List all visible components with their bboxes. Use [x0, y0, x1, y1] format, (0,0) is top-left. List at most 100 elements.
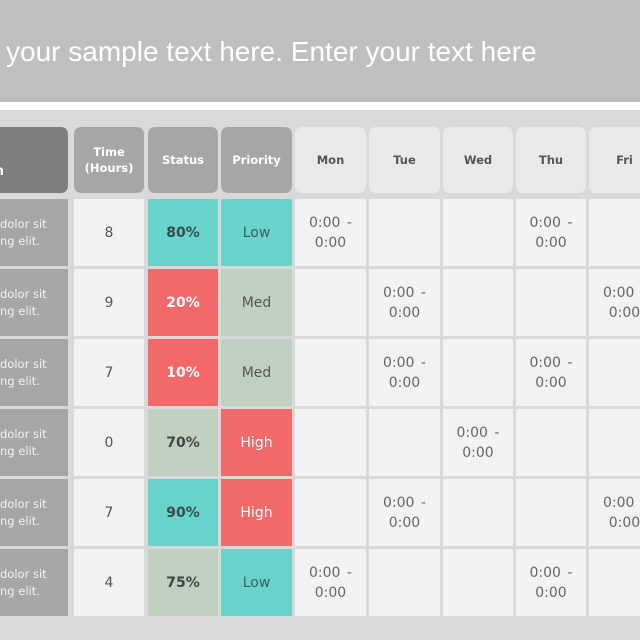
- priority-value: High: [240, 504, 273, 521]
- day-cell-thu[interactable]: [516, 409, 586, 476]
- day-cell-tue[interactable]: [369, 549, 440, 616]
- row-description[interactable]: dolor sit ng elit.: [0, 409, 68, 476]
- header-description-label: n: [0, 164, 4, 180]
- day-cell-thu[interactable]: [516, 269, 586, 336]
- time-start: 0:00 -: [529, 354, 573, 371]
- priority-badge[interactable]: Low: [221, 549, 292, 616]
- header-fri: Fri: [589, 127, 640, 193]
- day-cell-fri[interactable]: [589, 549, 640, 616]
- row-hours[interactable]: 7: [74, 339, 144, 406]
- hours-value: 7: [104, 364, 114, 381]
- day-cell-fri[interactable]: [589, 339, 640, 406]
- time-end: 0:00: [388, 374, 421, 391]
- row-hours[interactable]: 7: [74, 479, 144, 546]
- day-cell-tue[interactable]: 0:00 - 0:00: [369, 269, 440, 336]
- header-tue: Tue: [369, 127, 440, 193]
- day-cell-mon[interactable]: [295, 339, 366, 406]
- row-description[interactable]: dolor sit ng elit.: [0, 199, 68, 266]
- day-cell-wed[interactable]: 0:00 - 0:00: [443, 409, 513, 476]
- status-badge[interactable]: 70%: [148, 409, 218, 476]
- time-start: 0:00 -: [309, 214, 352, 231]
- day-cell-fri[interactable]: 0:00 - 0:00: [589, 479, 640, 546]
- row-description[interactable]: dolor sit ng elit.: [0, 269, 68, 336]
- description-line-1: dolor sit: [0, 566, 47, 581]
- day-cell-mon[interactable]: [295, 269, 366, 336]
- status-badge[interactable]: 75%: [148, 549, 218, 616]
- row-hours[interactable]: 8: [74, 199, 144, 266]
- description-line-2: ng elit.: [0, 513, 40, 528]
- status-value: 75%: [166, 574, 200, 591]
- status-badge[interactable]: 90%: [148, 479, 218, 546]
- day-cell-mon[interactable]: 0:00 - 0:00: [295, 199, 366, 266]
- time-end: 0:00: [535, 374, 567, 391]
- day-cell-thu[interactable]: 0:00 - 0:00: [516, 199, 586, 266]
- time-end: 0:00: [314, 584, 347, 601]
- header-tue-label: Tue: [393, 153, 416, 167]
- day-cell-thu[interactable]: [516, 479, 586, 546]
- description-line-1: dolor sit: [0, 216, 47, 231]
- day-cell-wed[interactable]: [443, 199, 513, 266]
- priority-badge[interactable]: Med: [221, 339, 292, 406]
- row-description[interactable]: dolor sit ng elit.: [0, 549, 68, 616]
- banner-text[interactable]: your sample text here. Enter your text h…: [6, 36, 537, 68]
- status-badge[interactable]: 10%: [148, 339, 218, 406]
- day-cell-tue[interactable]: [369, 409, 440, 476]
- description-line-2: ng elit.: [0, 443, 40, 458]
- header-description: n: [0, 127, 68, 193]
- day-cell-fri[interactable]: [589, 409, 640, 476]
- time-start: 0:00 -: [529, 214, 573, 231]
- row-hours[interactable]: 9: [74, 269, 144, 336]
- priority-badge[interactable]: High: [221, 479, 292, 546]
- row-description[interactable]: dolor sit ng elit.: [0, 339, 68, 406]
- day-cell-mon[interactable]: [295, 409, 366, 476]
- time-range: 0:00 - 0:00: [309, 563, 353, 603]
- header-time: Time (Hours): [74, 127, 144, 193]
- header-wed-label: Wed: [463, 153, 493, 167]
- priority-badge[interactable]: High: [221, 409, 292, 476]
- status-value: 20%: [166, 294, 200, 311]
- priority-badge[interactable]: Low: [221, 199, 292, 266]
- description-line-1: dolor sit: [0, 426, 47, 441]
- day-cell-wed[interactable]: [443, 339, 513, 406]
- description-line-1: dolor sit: [0, 496, 47, 511]
- day-cell-fri[interactable]: 0:00 - 0:00: [589, 269, 640, 336]
- hours-value: 4: [104, 574, 114, 591]
- time-start: 0:00 -: [383, 284, 426, 301]
- day-cell-tue[interactable]: 0:00 - 0:00: [369, 339, 440, 406]
- description-line-2: ng elit.: [0, 233, 40, 248]
- status-badge[interactable]: 20%: [148, 269, 218, 336]
- day-cell-wed[interactable]: [443, 549, 513, 616]
- day-cell-mon[interactable]: [295, 479, 366, 546]
- day-cell-wed[interactable]: [443, 479, 513, 546]
- hours-value: 0: [104, 434, 114, 451]
- status-badge[interactable]: 80%: [148, 199, 218, 266]
- time-end: 0:00: [608, 514, 640, 531]
- header-thu-label: Thu: [538, 153, 564, 167]
- day-cell-thu[interactable]: 0:00 - 0:00: [516, 339, 586, 406]
- status-value: 10%: [166, 364, 200, 381]
- header-wed: Wed: [443, 127, 513, 193]
- header-priority-label: Priority: [232, 153, 281, 167]
- day-cell-fri[interactable]: [589, 199, 640, 266]
- header-mon: Mon: [295, 127, 366, 193]
- priority-value: Low: [242, 224, 271, 241]
- day-cell-thu[interactable]: 0:00 - 0:00: [516, 549, 586, 616]
- day-cell-mon[interactable]: 0:00 - 0:00: [295, 549, 366, 616]
- row-description[interactable]: dolor sit ng elit.: [0, 479, 68, 546]
- day-cell-tue[interactable]: [369, 199, 440, 266]
- row-hours[interactable]: 0: [74, 409, 144, 476]
- day-cell-tue[interactable]: 0:00 - 0:00: [369, 479, 440, 546]
- hours-value: 9: [104, 294, 114, 311]
- description-line-2: ng elit.: [0, 583, 40, 598]
- time-start: 0:00 -: [603, 284, 640, 301]
- description-line-1: dolor sit: [0, 356, 47, 371]
- description-line-2: ng elit.: [0, 373, 40, 388]
- priority-badge[interactable]: Med: [221, 269, 292, 336]
- time-range: 0:00 - 0:00: [603, 493, 640, 533]
- hours-value: 8: [104, 224, 114, 241]
- row-hours[interactable]: 4: [74, 549, 144, 616]
- time-start: 0:00 -: [309, 564, 352, 581]
- time-end: 0:00: [462, 444, 494, 461]
- day-cell-wed[interactable]: [443, 269, 513, 336]
- divider-strip: [0, 102, 640, 110]
